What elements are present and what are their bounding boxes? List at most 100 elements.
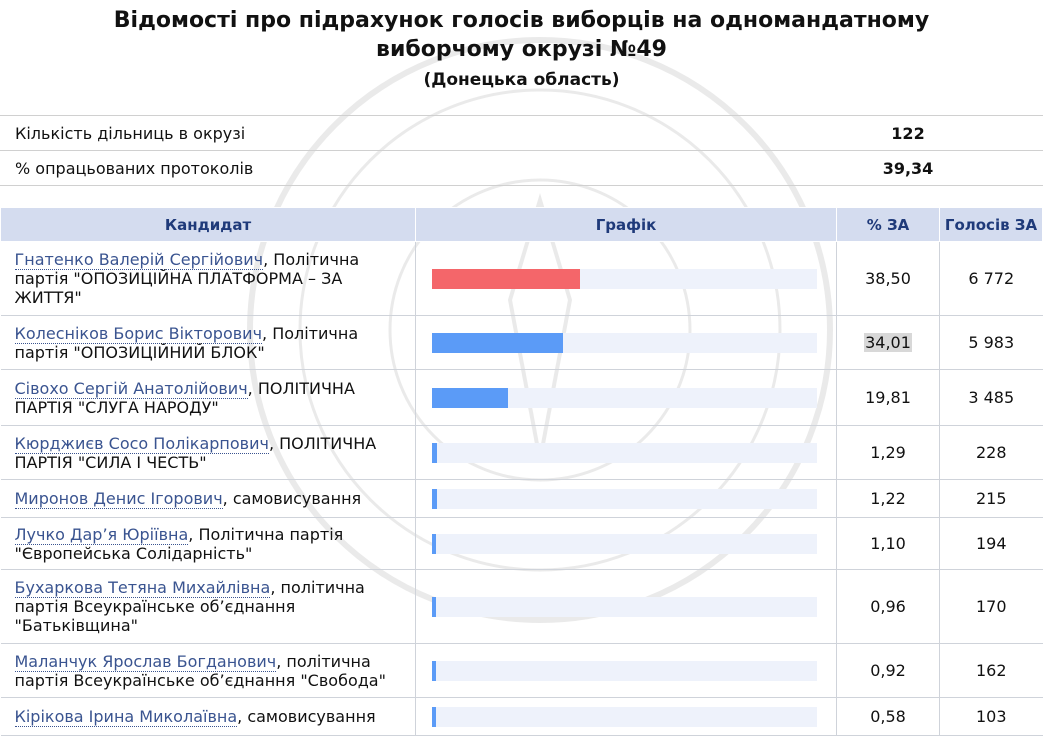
summary-value: 39,34 (813, 150, 1043, 186)
candidate-row: Колесніков Борис Вікторович, Політична п… (0, 315, 1043, 370)
chart-cell (415, 425, 837, 480)
bar-track (432, 596, 817, 617)
bar-track (432, 387, 817, 408)
candidate-party: , самовисування (237, 707, 376, 726)
summary-row: Кількість дільниць в окрузі 122 (0, 115, 1043, 151)
votes-cell: 162 (939, 643, 1043, 698)
summary-row: % опрацьованих протоколів 39,34 (0, 150, 1043, 186)
percent-value: 0,92 (870, 661, 906, 680)
region-subtitle: (Донецька область) (423, 70, 620, 90)
chart-cell (415, 369, 837, 426)
column-header-candidate: Кандидат (0, 207, 416, 242)
column-header-percent: % ЗА (836, 207, 940, 242)
candidate-row: Кюрджиєв Сосо Полікарпович, ПОЛІТИЧНА ПА… (0, 425, 1043, 480)
percent-cell: 19,81 (836, 369, 940, 426)
candidate-row: Гнатенко Валерій Сергійович, Політична п… (0, 241, 1043, 316)
percent-value: 34,01 (864, 333, 912, 352)
candidate-cell: Сівохо Сергій Анатолійович, ПОЛІТИЧНА ПА… (0, 369, 416, 426)
bar-fill (432, 706, 436, 727)
candidate-row: Маланчук Ярослав Богданович, політична п… (0, 643, 1043, 698)
percent-value: 1,22 (870, 489, 906, 508)
votes-cell: 103 (939, 697, 1043, 736)
votes-cell: 228 (939, 425, 1043, 480)
percent-value: 1,10 (870, 534, 906, 553)
candidate-cell: Кірікова Ірина Миколаївна, самовисування (0, 697, 416, 736)
candidate-row: Сівохо Сергій Анатолійович, ПОЛІТИЧНА ПА… (0, 369, 1043, 426)
summary-label: % опрацьованих протоколів (0, 150, 813, 186)
bar-track (432, 332, 817, 353)
votes-cell: 5 983 (939, 315, 1043, 370)
percent-cell: 0,58 (836, 697, 940, 736)
percent-value: 0,58 (870, 707, 906, 726)
votes-cell: 194 (939, 517, 1043, 570)
candidate-name-link[interactable]: Бухаркова Тетяна Михайлівна (14, 578, 271, 598)
page-title-line2: виборчому окрузі №49 (376, 37, 667, 62)
bar-track (432, 706, 817, 727)
page-title-line1: Відомості про підрахунок голосів виборці… (113, 8, 930, 33)
bar-track (432, 442, 817, 463)
bar-fill (432, 332, 563, 353)
candidate-row: Бухаркова Тетяна Михайлівна, політична п… (0, 569, 1043, 644)
results-header-row: Кандидат Графік % ЗА Голосів ЗА (0, 207, 1043, 242)
percent-cell: 0,92 (836, 643, 940, 698)
bar-track (432, 660, 817, 681)
candidate-cell: Миронов Денис Ігорович, самовисування (0, 479, 416, 518)
page-header: Відомості про підрахунок голосів виборці… (0, 6, 1043, 90)
votes-cell: 6 772 (939, 241, 1043, 316)
column-header-chart: Графік (415, 207, 837, 242)
percent-cell: 38,50 (836, 241, 940, 316)
candidate-name-link[interactable]: Колесніков Борис Вікторович (14, 323, 263, 344)
candidate-cell: Колесніков Борис Вікторович, Політична п… (0, 315, 416, 370)
candidate-name-link[interactable]: Гнатенко Валерій Сергійович (14, 250, 264, 270)
candidate-party: , самовисування (222, 489, 362, 508)
percent-value: 19,81 (865, 388, 911, 407)
summary-table: Кількість дільниць в окрузі 122 % опраць… (0, 115, 1043, 186)
votes-cell: 170 (939, 569, 1043, 644)
candidate-name-link[interactable]: Лучко Дар’я Юріївна (14, 524, 189, 545)
percent-value: 1,29 (870, 443, 906, 462)
bar-fill (432, 488, 437, 509)
bar-fill (432, 596, 436, 617)
percent-value: 38,50 (865, 269, 911, 288)
bar-fill (432, 533, 437, 554)
bar-fill (432, 268, 581, 289)
chart-cell (415, 517, 837, 570)
percent-cell: 34,01 (836, 315, 940, 370)
percent-cell: 1,10 (836, 517, 940, 570)
candidate-name-link[interactable]: Кюрджиєв Сосо Полікарпович (14, 433, 269, 454)
percent-cell: 0,96 (836, 569, 940, 644)
candidate-cell: Маланчук Ярослав Богданович, політична п… (0, 643, 416, 698)
percent-cell: 1,29 (836, 425, 940, 480)
candidate-cell: Лучко Дар’я Юріївна, Політична партія "Є… (0, 517, 416, 570)
percent-value: 0,96 (870, 597, 906, 616)
chart-cell (415, 479, 837, 518)
summary-value: 122 (813, 115, 1043, 151)
candidate-cell: Гнатенко Валерій Сергійович, Політична п… (0, 241, 416, 316)
candidate-name-link[interactable]: Маланчук Ярослав Богданович (14, 651, 277, 672)
votes-cell: 3 485 (939, 369, 1043, 426)
candidate-row: Миронов Денис Ігорович, самовисування 1,2… (0, 479, 1043, 518)
chart-cell (415, 697, 837, 736)
candidate-cell: Кюрджиєв Сосо Полікарпович, ПОЛІТИЧНА ПА… (0, 425, 416, 480)
candidate-name-link[interactable]: Сівохо Сергій Анатолійович (14, 378, 248, 399)
votes-cell: 215 (939, 479, 1043, 518)
summary-label: Кількість дільниць в окрузі (0, 115, 813, 151)
bar-track (432, 268, 817, 289)
bar-fill (432, 442, 437, 463)
candidate-cell: Бухаркова Тетяна Михайлівна, політична п… (0, 569, 416, 644)
chart-cell (415, 569, 837, 644)
results-table: Кандидат Графік % ЗА Голосів ЗА Гнатенко… (0, 207, 1043, 736)
percent-cell: 1,22 (836, 479, 940, 518)
chart-cell (415, 643, 837, 698)
bar-fill (432, 660, 436, 681)
column-header-votes: Голосів ЗА (939, 207, 1043, 242)
candidate-row: Кірікова Ірина Миколаївна, самовисування… (0, 697, 1043, 736)
candidate-row: Лучко Дар’я Юріївна, Політична партія "Є… (0, 517, 1043, 570)
candidate-name-link[interactable]: Кірікова Ірина Миколаївна (14, 707, 238, 727)
bar-track (432, 488, 817, 509)
chart-cell (415, 315, 837, 370)
bar-track (432, 533, 817, 554)
candidate-name-link[interactable]: Миронов Денис Ігорович (14, 489, 223, 509)
bar-fill (432, 387, 509, 408)
chart-cell (415, 241, 837, 316)
